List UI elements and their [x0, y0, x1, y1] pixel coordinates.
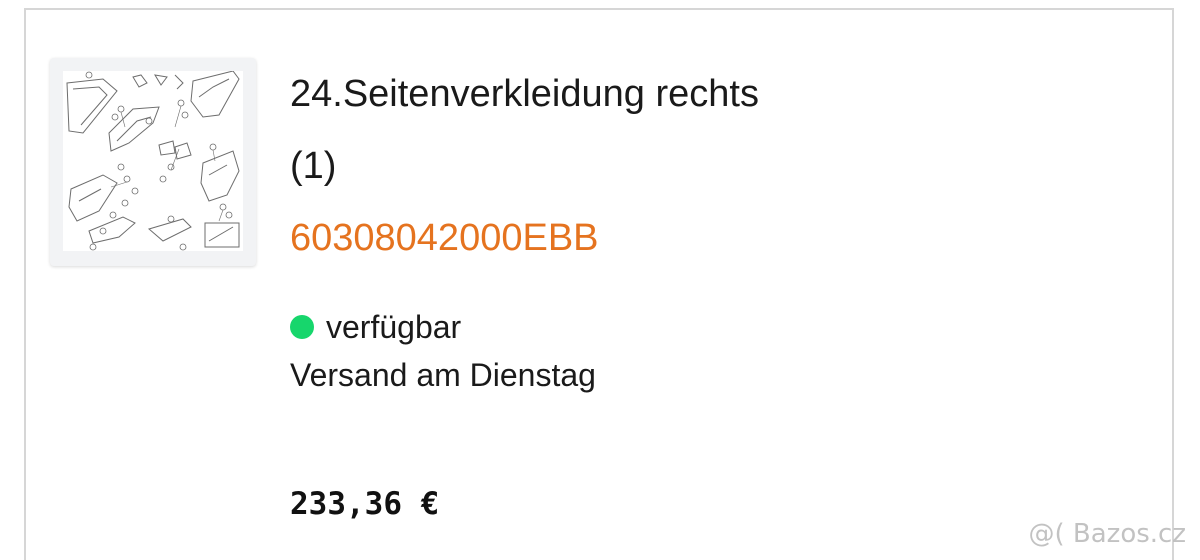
availability-dot-icon	[290, 315, 314, 339]
exploded-parts-diagram-icon	[63, 71, 243, 251]
product-thumbnail[interactable]	[50, 58, 256, 266]
availability-label: verfügbar	[326, 309, 462, 345]
shipping-info: Versand am Dienstag	[290, 357, 596, 393]
product-quantity: (1)	[290, 145, 337, 187]
page: 24.Seitenverkleidung rechts (1) 60308042…	[0, 0, 1200, 560]
part-number-link[interactable]: 60308042000EBB	[290, 214, 599, 262]
watermark: @( Bazos.cz	[1028, 519, 1187, 549]
product-title[interactable]: 24.Seitenverkleidung rechts	[290, 70, 930, 118]
availability-status: verfügbar	[290, 306, 461, 348]
product-price: 233,36 €	[290, 486, 440, 522]
